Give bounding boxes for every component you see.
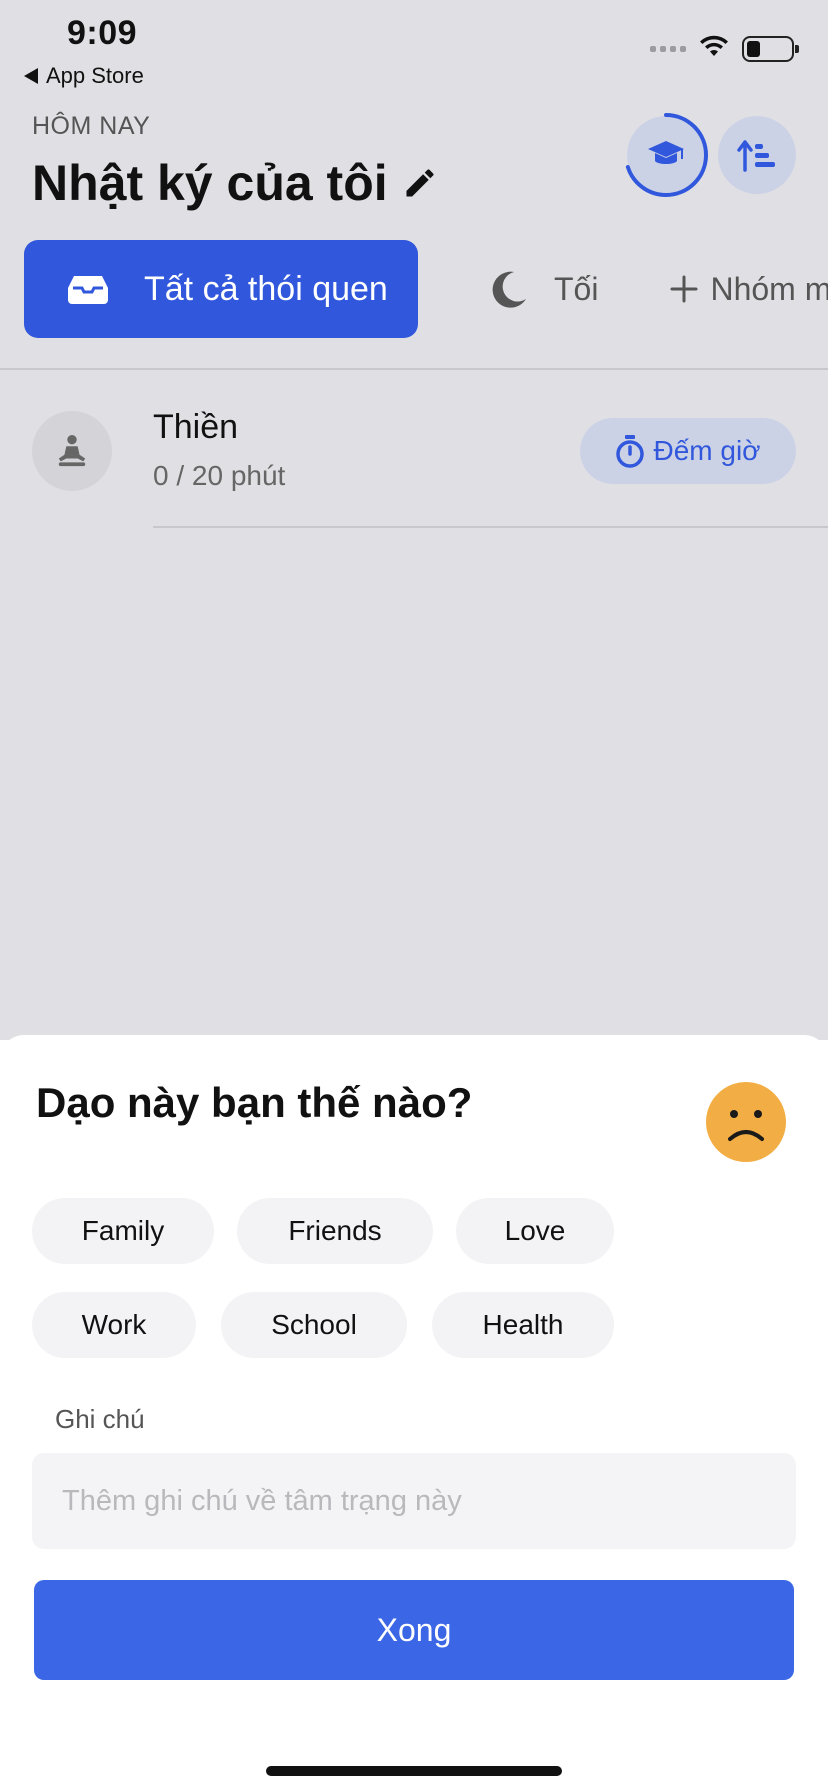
cellular-signal-icon: [650, 45, 686, 52]
back-label: App Store: [46, 63, 144, 88]
tag-chip-family[interactable]: Family: [32, 1198, 214, 1264]
tab-add-group[interactable]: Nhóm m: [670, 271, 828, 308]
tab-evening[interactable]: Tối: [488, 269, 598, 309]
habit-progress: 0 / 20 phút: [153, 460, 286, 491]
plus-icon: [670, 275, 698, 303]
timer-button-label: Đếm giờ: [653, 435, 761, 466]
note-input[interactable]: [32, 1453, 796, 1549]
habit-name: Thiền: [153, 408, 239, 446]
tab-all-habits-label: Tất cả thói quen: [144, 269, 388, 308]
status-indicators: [650, 34, 799, 63]
habit-group-tabs: Tất cả thói quen Tối Nhóm m: [24, 240, 828, 338]
moon-icon: [492, 271, 526, 308]
tag-label: Health: [482, 1309, 564, 1340]
tag-chip-love[interactable]: Love: [456, 1198, 614, 1264]
sad-face-icon[interactable]: [705, 1081, 787, 1163]
habit-divider: [153, 526, 828, 528]
tag-label: Family: [81, 1215, 165, 1246]
done-button[interactable]: Xong: [34, 1580, 794, 1680]
pencil-icon[interactable]: [402, 165, 438, 201]
meditation-icon: [58, 434, 86, 467]
back-to-app-store[interactable]: App Store: [24, 63, 144, 89]
battery-icon: [742, 35, 799, 62]
sheet-title: Dạo này bạn thế nào?: [36, 1079, 473, 1126]
tag-label: School: [271, 1309, 357, 1340]
tab-evening-label: Tối: [554, 270, 599, 307]
battery-level: [747, 40, 760, 57]
tag-label: Love: [504, 1215, 566, 1246]
sort-icon: [737, 140, 775, 172]
progress-ring: [624, 113, 708, 197]
divider: [0, 368, 828, 370]
learning-progress-button[interactable]: [624, 113, 708, 197]
page-title: Nhật ký của tôi: [32, 155, 388, 211]
tab-add-group-label: Nhóm m: [710, 270, 828, 307]
stopwatch-icon: [616, 435, 645, 468]
tag-chip-school[interactable]: School: [221, 1292, 407, 1358]
tag-label: Friends: [288, 1215, 382, 1246]
habit-avatar[interactable]: [32, 411, 112, 491]
wifi-icon: [698, 34, 730, 63]
timer-button[interactable]: Đếm giờ: [580, 418, 796, 484]
note-label: Ghi chú: [55, 1404, 145, 1434]
tag-chip-health[interactable]: Health: [432, 1292, 614, 1358]
back-triangle-icon: [24, 68, 38, 84]
header-subtitle: HÔM NAY: [32, 112, 151, 140]
page-title-row: Nhật ký của tôi: [32, 154, 438, 212]
home-indicator: [266, 1766, 562, 1776]
status-time: 9:09: [67, 14, 138, 52]
tab-all-habits[interactable]: Tất cả thói quen: [24, 240, 418, 338]
tray-icon: [68, 276, 108, 304]
tag-chip-work[interactable]: Work: [32, 1292, 196, 1358]
sort-button[interactable]: [718, 116, 796, 194]
tag-chip-friends[interactable]: Friends: [237, 1198, 433, 1264]
mood-sheet: Dạo này bạn thế nào? Family Friends Love…: [0, 1035, 828, 1792]
tag-label: Work: [81, 1309, 147, 1340]
